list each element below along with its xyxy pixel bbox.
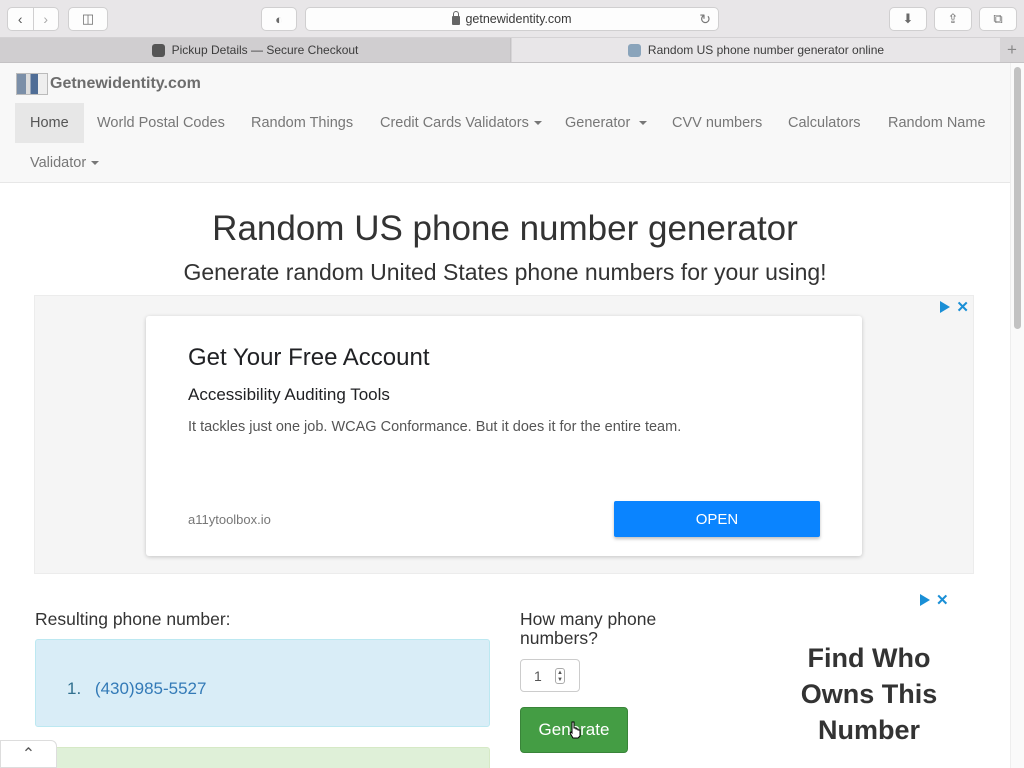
tabs-overview-icon[interactable]: ⧉ (979, 7, 1017, 31)
back-icon[interactable]: ‹ (8, 8, 33, 30)
nav-home[interactable]: Home (15, 103, 84, 143)
nav-label: Credit Cards Validators (380, 115, 529, 131)
nav-credit-cards-validators[interactable]: Credit Cards Validators (380, 103, 542, 143)
brand-name: Getnewidentity.com (50, 75, 201, 92)
ad2-choices[interactable]: ✕ (920, 591, 949, 609)
nav-validator[interactable]: Validator (30, 143, 100, 183)
nav-random-things[interactable]: Random Things (251, 103, 353, 143)
scrollbar-thumb[interactable] (1014, 67, 1021, 329)
result-label: Resulting phone number: (35, 609, 231, 629)
quantity-stepper[interactable]: 1 ▲ ▼ (520, 659, 580, 692)
lock-icon (452, 10, 461, 25)
adchoices-icon (920, 594, 930, 606)
nav-label: Random Name (888, 115, 986, 131)
phone-number[interactable]: (430)985-5527 (95, 679, 207, 698)
count-label: How many phone numbers? (520, 609, 657, 648)
forward-icon[interactable]: › (32, 8, 59, 30)
share-icon[interactable]: ⇪ (934, 7, 972, 31)
list-item: 1. (430)985-5527 (67, 679, 206, 699)
stepper-arrows-icon[interactable]: ▲ ▼ (555, 668, 565, 684)
ad-subheadline: Accessibility Auditing Tools (188, 385, 390, 404)
nav-world-postal-codes[interactable]: World Postal Codes (97, 103, 225, 143)
count-value: 1 (534, 667, 542, 684)
new-tab-icon[interactable]: + (1000, 38, 1024, 62)
address-bar[interactable]: getnewidentity.com ↻ (305, 7, 719, 31)
shield-icon[interactable]: ◐ (261, 7, 297, 31)
ad-card[interactable]: Get Your Free Account Accessibility Audi… (146, 316, 862, 556)
back-to-top-button[interactable]: ⌃ (0, 740, 57, 768)
ad-headline: Get Your Free Account (188, 344, 430, 371)
ad-body: It tackles just one job. WCAG Conformanc… (188, 419, 682, 435)
ad-choices[interactable]: ✕ (940, 298, 969, 316)
download-icon[interactable]: ⬇ (889, 7, 927, 31)
nav-label: Generator (565, 115, 631, 131)
page-subtitle: Generate random United States phone numb… (183, 259, 827, 285)
nav-calculators[interactable]: Calculators (788, 103, 861, 143)
page-title: Random US phone number generator (212, 209, 798, 248)
chevron-up-icon: ⌃ (21, 746, 36, 763)
page-content: Getnewidentity.com Home World Postal Cod… (0, 63, 1010, 768)
nav-cvv-numbers[interactable]: CVV numbers (672, 103, 762, 143)
nav-random-name[interactable]: Random Name (888, 103, 986, 143)
tab-pickup-details[interactable]: Pickup Details — Secure Checkout (0, 38, 511, 62)
reload-icon[interactable]: ↻ (699, 11, 711, 28)
result-index: 1. (67, 679, 82, 698)
nav-label: Home (30, 115, 69, 131)
close-icon[interactable]: ✕ (936, 591, 949, 609)
ad-url[interactable]: a11ytoolbox.io (188, 512, 271, 527)
page-scrollbar[interactable] (1010, 63, 1024, 768)
ad-open-button[interactable]: OPEN (614, 501, 820, 537)
result-box: 1. (430)985-5527 (35, 639, 490, 727)
ad2-text[interactable]: Find Who Owns This Number (780, 640, 958, 748)
nav-label: Validator (30, 155, 87, 171)
nav-label: Calculators (788, 115, 861, 131)
tab-title: Pickup Details — Secure Checkout (171, 43, 359, 57)
success-box (35, 747, 490, 768)
site-favicon-icon (627, 43, 641, 57)
nav-label: CVV numbers (672, 115, 763, 131)
close-icon[interactable]: ✕ (956, 298, 969, 316)
tab-title: Random US phone number generator online (647, 43, 885, 57)
nav-label: Random Things (251, 115, 354, 131)
nav-generator[interactable]: Generator (565, 103, 648, 143)
brand-logo-icon (16, 73, 48, 95)
caret-down-icon (639, 121, 648, 125)
tab-bar: Pickup Details — Secure Checkout Random … (0, 38, 1024, 63)
site-navbar: Getnewidentity.com Home World Postal Cod… (0, 63, 1010, 183)
ad-banner: ✕ Get Your Free Account Accessibility Au… (34, 295, 974, 574)
address-url: getnewidentity.com (465, 12, 572, 26)
adchoices-icon (940, 301, 951, 313)
nav-label: World Postal Codes (97, 115, 225, 131)
tab-phone-generator[interactable]: Random US phone number generator online (512, 38, 1000, 62)
browser-toolbar: ‹ › ◫ ◐ getnewidentity.com ↻ ⬇ ⇪ ⧉ (0, 0, 1024, 38)
apple-icon (151, 43, 165, 57)
caret-down-icon (533, 121, 542, 125)
site-brand[interactable]: Getnewidentity.com (16, 73, 201, 95)
history-nav: ‹ › (7, 7, 59, 31)
caret-down-icon (91, 161, 100, 165)
sidebar-toggle-icon[interactable]: ◫ (68, 7, 108, 31)
hand-cursor-icon (569, 721, 581, 739)
